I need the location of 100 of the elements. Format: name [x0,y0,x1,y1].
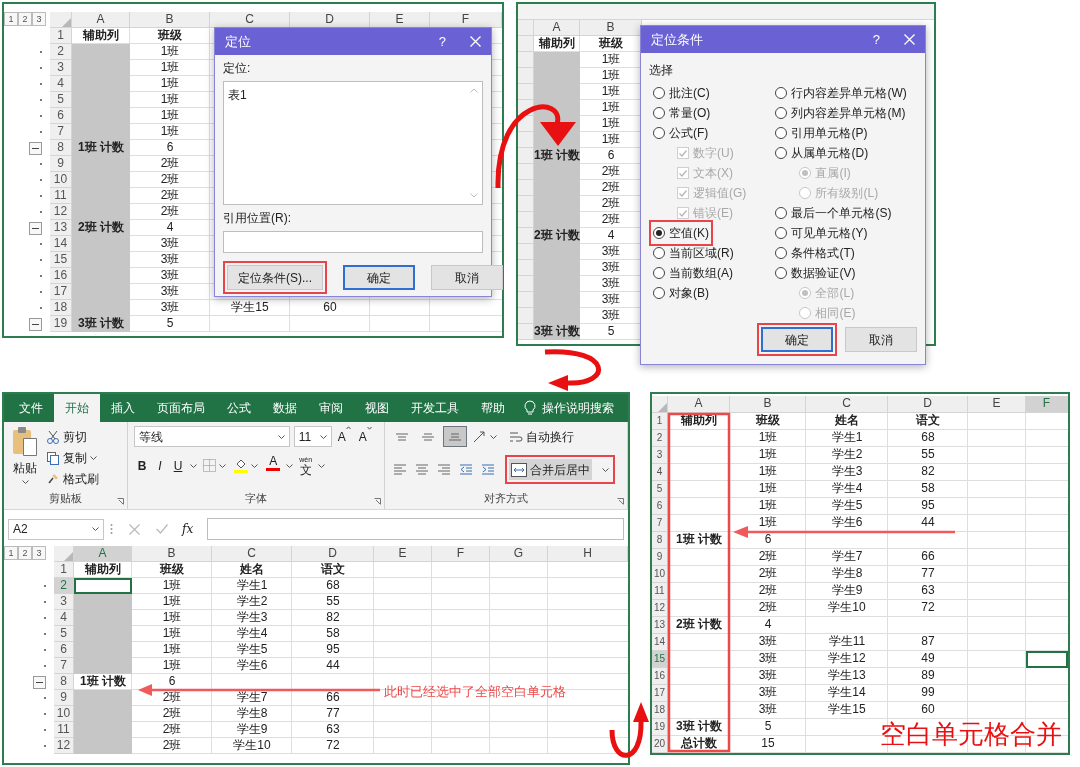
caret-icon[interactable] [190,463,198,468]
option-label[interactable]: 批注(C) [669,84,710,102]
column-header[interactable]: E [370,12,430,28]
option-label[interactable]: 从属单元格(D) [791,144,869,162]
close-icon[interactable] [904,34,915,45]
column-header[interactable]: C [806,396,888,413]
radio-button[interactable] [775,107,788,119]
column-header[interactable]: F [432,546,490,562]
radio-button[interactable] [653,247,665,259]
outline-level-button[interactable]: 2 [18,12,32,26]
collapse-button[interactable] [29,221,42,235]
ribbon-tab[interactable]: 文件 [8,394,54,422]
collapse-button[interactable] [29,141,42,155]
column-header[interactable]: D [888,396,968,413]
dialog-button[interactable]: 确定 [761,327,833,352]
radio-button[interactable] [775,147,788,159]
reference-field[interactable] [223,231,483,253]
radio-button[interactable] [775,267,788,279]
font-size-field[interactable]: 11 [293,426,332,447]
outline-level-button[interactable]: 1 [4,546,18,560]
ribbon-tab[interactable]: 视图 [354,394,400,422]
column-header[interactable]: D [290,12,370,28]
copy-button[interactable]: 复制 [44,447,101,468]
ribbon-tab[interactable]: 开始 [54,394,100,422]
radio-button[interactable] [653,87,665,99]
option-label[interactable]: 引用单元格(P) [791,124,868,142]
radio-button[interactable] [653,267,665,279]
cut-button[interactable]: 剪切 [44,426,101,447]
formula-field[interactable] [207,518,624,540]
wrap-text-button[interactable]: 自动换行 [506,426,576,447]
option-label[interactable]: 列内容差异单元格(M) [791,104,906,122]
option-label[interactable]: 行内容差异单元格(W) [791,84,907,102]
collapse-button[interactable] [33,675,46,689]
ribbon-tab[interactable]: 数据 [262,394,308,422]
dialog-button[interactable]: 确定 [343,265,415,290]
vertical-align-button[interactable] [442,426,467,447]
column-header[interactable]: C [210,12,290,28]
dialog-button[interactable]: 取消 [431,265,503,290]
column-header[interactable]: B [730,396,806,413]
column-header[interactable]: G [490,546,548,562]
ribbon-tab[interactable]: 公式 [216,394,262,422]
font-color-button[interactable]: A [264,455,283,476]
dialog-button[interactable]: 定位条件(S)... [227,265,323,290]
close-icon[interactable] [470,36,481,47]
paste-button[interactable]: 粘贴 [10,426,40,488]
column-header[interactable]: B [132,546,212,562]
ribbon-tab[interactable]: 开发工具 [400,394,470,422]
underline-button[interactable]: U [169,455,187,476]
ribbon-tab[interactable]: 页面布局 [146,394,216,422]
caret-icon[interactable] [286,463,294,468]
list-item[interactable]: 表1 [224,82,482,104]
help-button[interactable]: ? [872,29,880,50]
option-label[interactable]: 数据验证(V) [791,264,856,282]
column-header[interactable]: A [668,396,730,413]
column-header[interactable]: B [130,12,210,28]
column-header[interactable]: A [72,12,130,28]
radio-button[interactable] [653,287,665,299]
radio-button[interactable] [653,227,665,239]
option-label[interactable]: 最后一个单元格(S) [791,204,892,222]
grow-font-button[interactable]: A [335,426,353,447]
search-box[interactable]: 操作说明搜索 [542,399,614,417]
column-header[interactable]: F [430,12,502,28]
column-header[interactable]: B [580,20,642,36]
caret-icon[interactable] [318,463,326,468]
caret-icon[interactable] [90,455,97,460]
dialog-launcher-icon[interactable] [373,498,381,505]
option-label[interactable]: 可见单元格(Y) [791,224,868,242]
column-header[interactable]: A [534,20,580,36]
column-header[interactable]: A [74,546,132,562]
column-header[interactable]: D [292,546,374,562]
font-name-field[interactable]: 等线 [133,426,290,447]
merge-center-button[interactable]: 合并后居中 [508,459,592,480]
column-header[interactable]: F [1026,396,1068,413]
caret-icon[interactable] [21,480,29,484]
insert-function-button[interactable]: fx [174,518,202,540]
dialog-button[interactable]: 取消 [845,327,917,352]
ribbon-tab[interactable]: 审阅 [308,394,354,422]
radio-button[interactable] [653,127,665,139]
dialog-launcher-icon[interactable] [617,498,624,505]
column-header[interactable]: E [968,396,1026,413]
radio-button[interactable] [775,247,788,259]
radio-button[interactable] [775,127,788,139]
ribbon-tab[interactable]: 插入 [100,394,146,422]
radio-button[interactable] [775,207,788,219]
ribbon-tab[interactable]: 帮助 [470,394,516,422]
dialog-launcher-icon[interactable] [116,498,124,505]
option-label[interactable]: 常量(O) [669,104,711,122]
outline-level-button[interactable]: 3 [32,546,46,560]
italic-button[interactable]: I [154,455,166,476]
format-painter-button[interactable]: 格式刷 [44,468,101,489]
outline-level-button[interactable]: 1 [4,12,18,26]
list-box[interactable]: 表1 [223,81,483,205]
column-header[interactable]: C [212,546,292,562]
option-label[interactable]: 空值(K) [669,224,709,242]
column-header[interactable]: E [374,546,432,562]
outline-level-button[interactable]: 3 [32,12,46,26]
collapse-button[interactable] [29,317,42,331]
outline-level-button[interactable]: 2 [18,546,32,560]
column-header[interactable]: H [548,546,628,562]
help-button[interactable]: ? [438,31,446,52]
